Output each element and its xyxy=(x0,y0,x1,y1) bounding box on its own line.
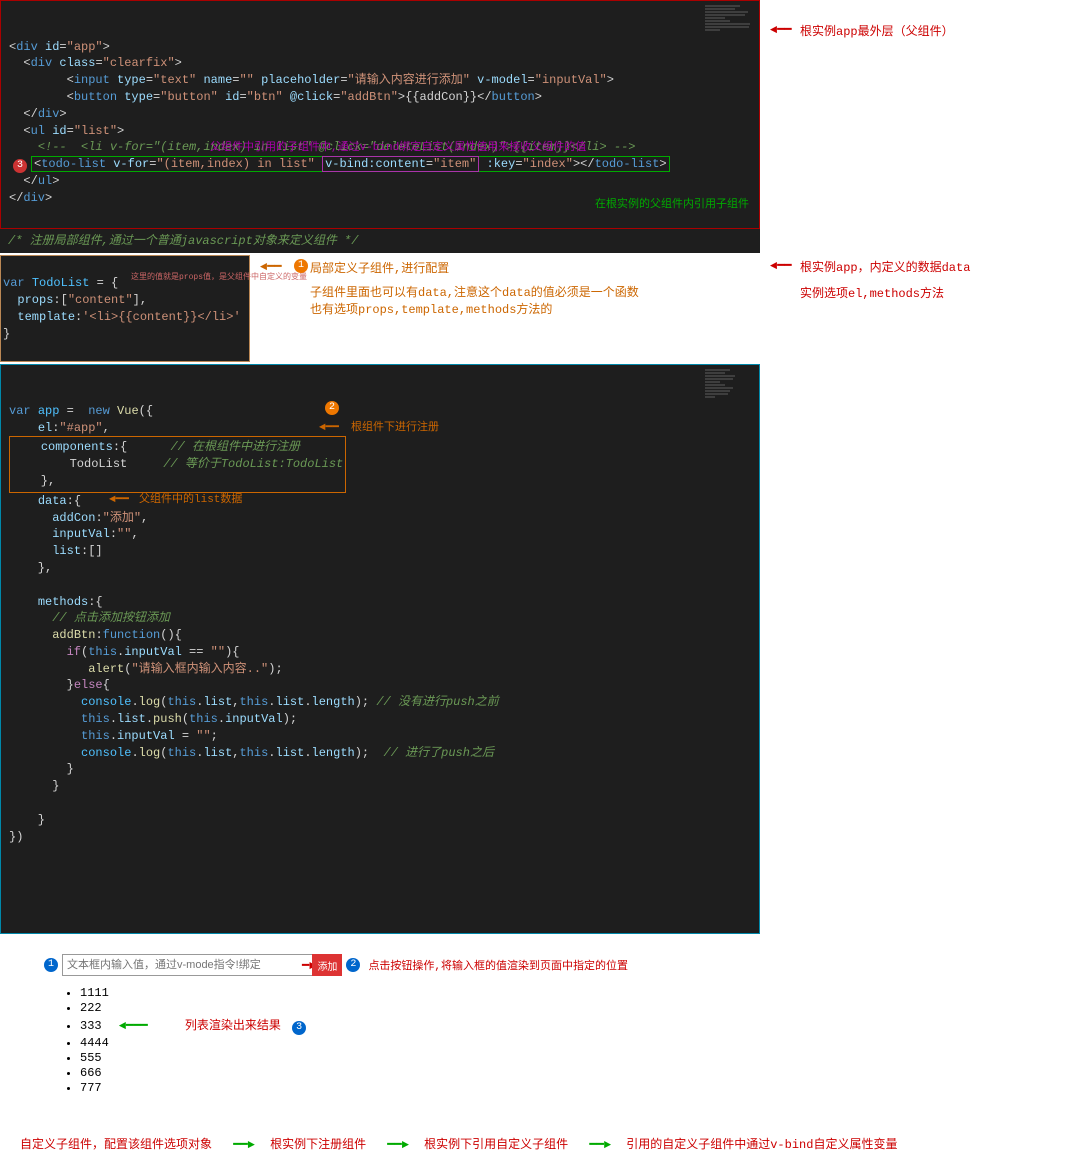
arrow-right-icon: ━━► xyxy=(387,1138,409,1151)
anno-list-data: 父组件中的list数据 xyxy=(139,493,242,508)
list-item: 222 xyxy=(80,1001,1080,1015)
badge-3: 3 xyxy=(13,159,27,173)
flow-step: 自定义子组件，配置该组件选项对象 xyxy=(20,1138,212,1151)
demo-rendered-output: 1 ━► 添加 2 点击按钮操作,将输入框的值渲染到页面中指定的位置 1111 … xyxy=(40,954,1080,1095)
arrow-orange: ◄━━ xyxy=(319,421,339,436)
list-item: 555 xyxy=(80,1051,1080,1065)
arrow-right-icon: ━━► xyxy=(589,1138,611,1151)
list-item: 333 ◄━━━ 列表渲染出来结果 3 xyxy=(80,1016,1080,1035)
badge-2-blue: 2 xyxy=(346,958,360,972)
list-item: 777 xyxy=(80,1081,1080,1095)
arrow-orange: ◄━━ xyxy=(109,493,129,508)
flow-step: 引用的自定义子组件中通过v-bind自定义属性变量 xyxy=(626,1138,897,1151)
comment-line: /* 注册局部组件,通过一个普通javascript对象来定义组件 */ xyxy=(0,229,760,254)
arrow-right-icon: ━━► xyxy=(233,1138,255,1151)
demo-text-input[interactable] xyxy=(62,954,322,976)
demo-add-button[interactable]: 添加 xyxy=(312,954,342,976)
anno-green-inline: 在根实例的父组件内引用子组件 xyxy=(595,198,749,213)
badge-1: 1 xyxy=(294,259,308,273)
code-block-vue-instance: var app = new Vue({ el:"#app", component… xyxy=(0,364,760,934)
anno-local-define: 局部定义子组件,进行配置 xyxy=(310,259,449,276)
badge-3-blue: 3 xyxy=(292,1021,306,1035)
anno-app-outer: 根实例app最外层（父组件） xyxy=(800,22,954,39)
bottom-flow-summary: 自定义子组件，配置该组件选项对象 ━━► 根实例下注册组件 ━━► 根实例下引用… xyxy=(20,1135,1080,1151)
anno-root-data: 根实例app，内定义的数据data xyxy=(800,258,970,275)
anno-click-desc: 点击按钮操作,将输入框的值渲染到页面中指定的位置 xyxy=(368,957,628,973)
list-item: 666 xyxy=(80,1066,1080,1080)
arrow-left-icon: ◄━━ xyxy=(770,22,792,37)
anno-list-render: 列表渲染出来结果 xyxy=(185,1019,281,1033)
minimap xyxy=(705,5,755,65)
list-item: 1111 xyxy=(80,986,1080,1000)
arrow-left-icon: ◄━━ xyxy=(770,258,792,273)
list-item: 4444 xyxy=(80,1036,1080,1050)
flow-step: 根实例下注册组件 xyxy=(270,1138,366,1151)
minimap xyxy=(705,369,755,429)
badge-1-blue: 1 xyxy=(44,958,58,972)
anno-child-data: 子组件里面也可以有data,注意这个data的值必须是一个函数 也有选项prop… xyxy=(310,283,639,317)
code-todolist-def: var TodoList = { props:["content"], temp… xyxy=(0,255,250,362)
badge-2: 2 xyxy=(325,401,339,415)
anno-root-methods: 实例选项el,methods方法 xyxy=(800,284,944,301)
flow-step: 根实例下引用自定义子组件 xyxy=(424,1138,568,1151)
anno-vbind-desc: 父组件中引用的子组件中,通过v-bind绑定自定义属性值用来接收父组件的值 xyxy=(210,138,586,154)
anno-component-reg: 根组件下进行注册 xyxy=(351,421,439,436)
code-block-app-template: <div id="app"> <div class="clearfix"> <i… xyxy=(0,0,760,229)
demo-result-list: 1111 222 333 ◄━━━ 列表渲染出来结果 3 4444 555 66… xyxy=(80,986,1080,1095)
arrow-left-icon: ◄━━ xyxy=(260,259,282,274)
arrow-left-green: ◄━━━ xyxy=(119,1019,148,1033)
